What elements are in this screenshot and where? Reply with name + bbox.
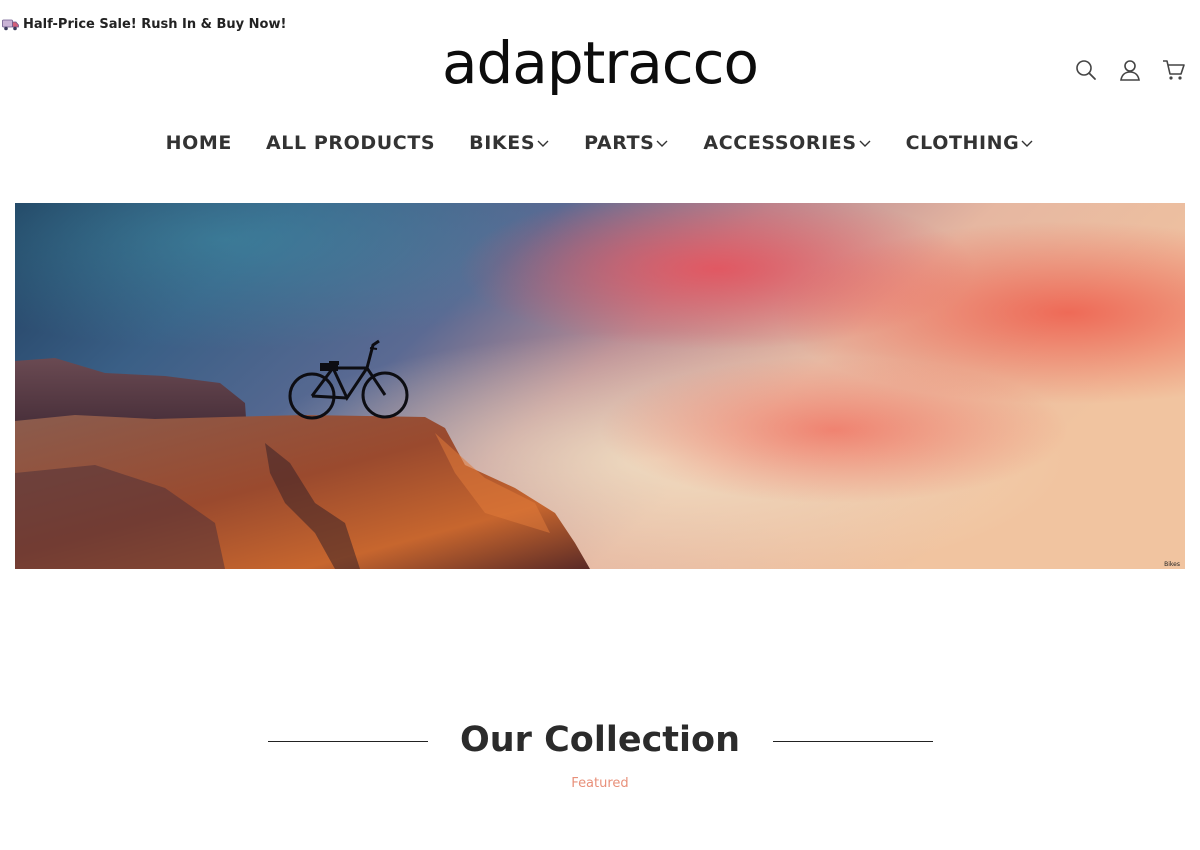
nav-item-all-products[interactable]: ALL PRODUCTS <box>266 128 435 158</box>
nav-item-label: CLOTHING <box>905 132 1020 154</box>
section-title: Our Collection <box>459 720 741 760</box>
cart-icon[interactable] <box>1162 58 1186 82</box>
nav-item-clothing[interactable]: CLOTHING <box>906 128 1035 158</box>
site-logo[interactable]: adaptracco <box>0 24 1200 102</box>
nav-item-bikes[interactable]: BIKES <box>469 128 550 158</box>
chevron-down-icon <box>537 140 549 147</box>
nav-item-label: BIKES <box>469 132 536 154</box>
nav-item-home[interactable]: HOME <box>166 128 232 158</box>
nav-item-label: HOME <box>165 132 232 154</box>
chevron-down-icon <box>859 140 871 147</box>
nav-item-label: ACCESSORIES <box>703 132 857 154</box>
hero-image <box>15 203 1185 569</box>
nav-item-parts[interactable]: PARTS <box>584 128 669 158</box>
section-subtitle: Featured <box>571 776 629 791</box>
hero-caption: Bikes <box>1164 561 1180 568</box>
header-icons <box>1074 58 1186 82</box>
nav-item-label: ALL PRODUCTS <box>265 132 436 154</box>
divider-line-right <box>773 741 933 742</box>
nav-item-label: PARTS <box>584 132 655 154</box>
page: Half-Price Sale! Rush In & Buy Now! adap… <box>0 0 1200 850</box>
chevron-down-icon <box>656 140 668 147</box>
hero-banner[interactable]: Bikes <box>15 203 1185 569</box>
search-icon[interactable] <box>1074 58 1098 82</box>
main-navigation: HOME ALL PRODUCTS BIKES PARTS ACCESSORIE… <box>0 128 1200 158</box>
user-icon[interactable] <box>1118 58 1142 82</box>
collection-heading: Our Collection Featured <box>0 712 1200 812</box>
chevron-down-icon <box>1021 140 1033 147</box>
nav-item-accessories[interactable]: ACCESSORIES <box>703 128 871 158</box>
